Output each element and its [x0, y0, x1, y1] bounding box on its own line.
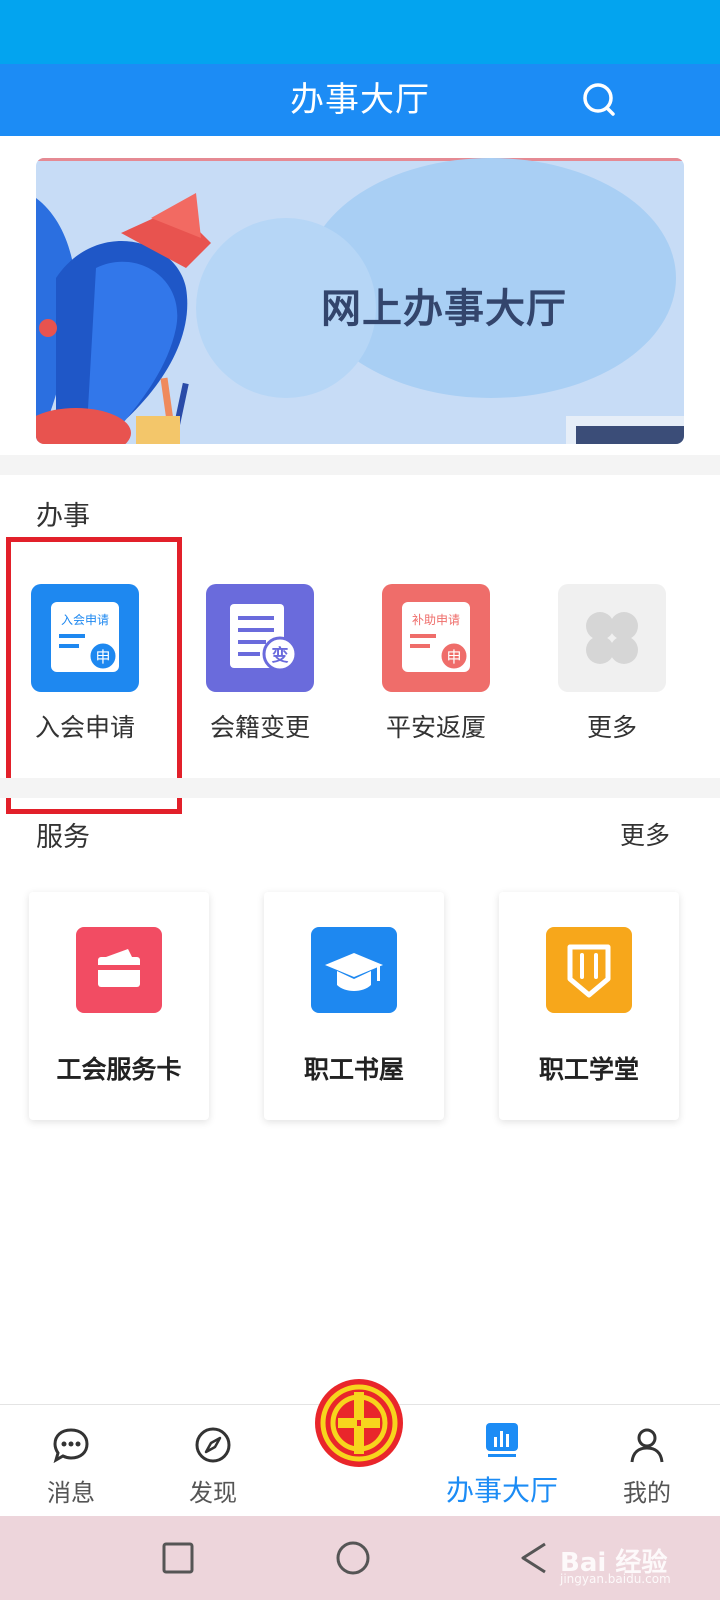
pencil-badge-icon: [546, 927, 632, 1013]
banner[interactable]: 网上办事大厅: [36, 158, 684, 444]
task-label: 会籍变更: [209, 713, 310, 742]
task-safe-return[interactable]: 补助申请 申 平安返厦: [361, 584, 511, 774]
subsidy-application-badge: 申: [446, 648, 461, 666]
task-more[interactable]: 更多: [537, 584, 687, 774]
compass-icon: [195, 1427, 231, 1463]
task-membership-change[interactable]: 变 会籍变更: [185, 584, 335, 774]
banner-title: 网上办事大厅: [321, 286, 567, 332]
more-grid-icon: [558, 584, 666, 692]
app-header: 办事大厅: [0, 64, 720, 136]
tab-service-hall[interactable]: 办事大厅: [432, 1405, 572, 1517]
tab-discover[interactable]: 发现: [158, 1405, 268, 1517]
service-label: 职工书屋: [303, 1055, 404, 1084]
watermark-url: jingyan.baidu.com: [560, 1572, 671, 1586]
highlight-annotation: [6, 537, 182, 814]
membership-change-icon: 变: [206, 584, 314, 692]
services-section-label: 服务: [36, 822, 90, 853]
task-label: 平安返厦: [385, 713, 486, 742]
section-divider: [0, 455, 720, 475]
membership-change-badge: 变: [272, 645, 289, 666]
services-more-link[interactable]: 更多: [620, 816, 670, 852]
status-bar: [0, 0, 720, 64]
system-navigation-bar: Bai 经验 jingyan.baidu.com: [0, 1516, 720, 1600]
home-icon[interactable]: [333, 1538, 373, 1578]
tab-profile[interactable]: 我的: [592, 1405, 702, 1517]
tab-label: 发现: [189, 1479, 237, 1507]
back-icon[interactable]: [515, 1538, 555, 1578]
bar-chart-icon: [486, 1423, 518, 1457]
service-card-union-card[interactable]: 工会服务卡: [29, 892, 209, 1120]
tab-label: 办事大厅: [445, 1474, 558, 1507]
card-icon: [76, 927, 162, 1013]
service-label: 职工学堂: [538, 1055, 639, 1084]
tasks-section-label: 办事: [36, 501, 90, 532]
person-icon: [630, 1428, 664, 1463]
tab-messages[interactable]: 消息: [16, 1405, 126, 1517]
section-divider: [0, 778, 720, 798]
tab-label: 消息: [47, 1479, 95, 1507]
subsidy-application-icon: 补助申请 申: [382, 584, 490, 692]
trade-union-logo[interactable]: [314, 1378, 404, 1468]
subsidy-application-icon-text: 补助申请: [412, 613, 460, 627]
chat-bubble-icon: [53, 1428, 89, 1464]
service-label: 工会服务卡: [56, 1055, 182, 1084]
search-button[interactable]: [578, 78, 622, 122]
tab-label: 我的: [623, 1479, 671, 1507]
recent-apps-icon[interactable]: [158, 1538, 198, 1578]
service-card-book-house[interactable]: 职工书屋: [264, 892, 444, 1120]
task-label: 更多: [586, 713, 637, 742]
service-card-classroom[interactable]: 职工学堂: [499, 892, 679, 1120]
graduation-cap-icon: [311, 927, 397, 1013]
search-icon: [583, 83, 615, 116]
